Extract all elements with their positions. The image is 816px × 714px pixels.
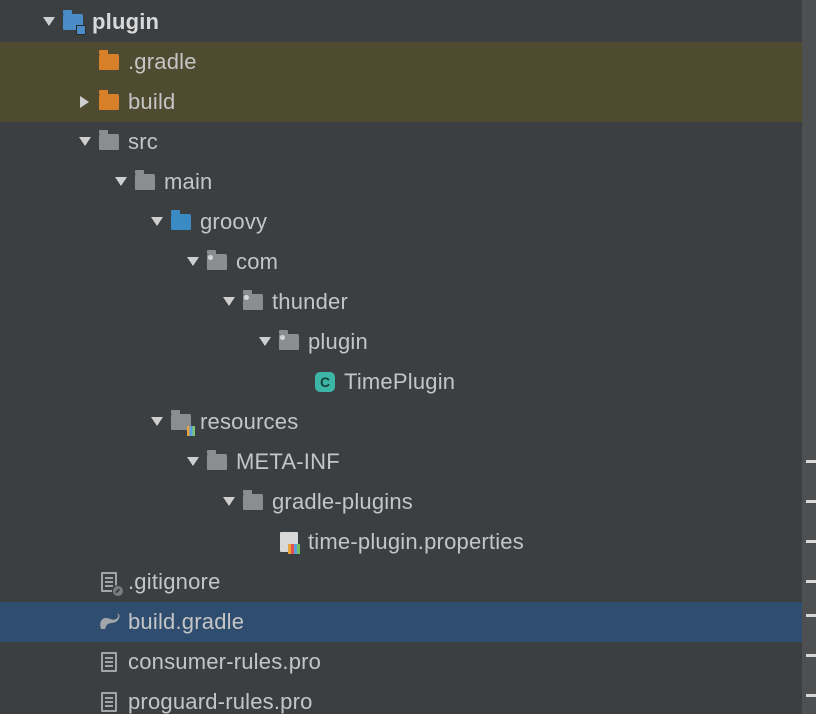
tree-label: thunder [272, 289, 348, 315]
tree-label: com [236, 249, 278, 275]
tree-label: groovy [200, 209, 267, 235]
tree-label: plugin [92, 9, 159, 35]
class-file-icon: C [314, 371, 336, 393]
tree-row-groovy[interactable]: groovy [0, 202, 816, 242]
properties-file-icon [278, 531, 300, 553]
text-file-icon [98, 651, 120, 673]
tree-label: TimePlugin [344, 369, 455, 395]
folder-icon [98, 131, 120, 153]
resources-folder-icon [170, 411, 192, 433]
chevron-right-icon[interactable] [72, 96, 98, 108]
editor-gutter [802, 0, 816, 714]
tree-label: proguard-rules.pro [128, 689, 313, 714]
gutter-mark[interactable] [806, 540, 816, 543]
package-icon [278, 331, 300, 353]
tree-label: META-INF [236, 449, 340, 475]
gutter-mark[interactable] [806, 654, 816, 657]
gutter-mark[interactable] [806, 614, 816, 617]
tree-label: consumer-rules.pro [128, 649, 321, 675]
package-icon [206, 251, 228, 273]
source-folder-icon [170, 211, 192, 233]
tree-row-consumer-rules[interactable]: consumer-rules.pro [0, 642, 816, 682]
tree-row-dot-gradle[interactable]: .gradle [0, 42, 816, 82]
chevron-down-icon[interactable] [36, 17, 62, 27]
tree-row-proguard-rules[interactable]: proguard-rules.pro [0, 682, 816, 714]
tree-row-gitignore[interactable]: .gitignore [0, 562, 816, 602]
chevron-down-icon[interactable] [180, 257, 206, 267]
gradle-file-icon [98, 613, 120, 631]
tree-label: resources [200, 409, 298, 435]
chevron-down-icon[interactable] [72, 137, 98, 147]
text-file-icon [98, 691, 120, 713]
tree-label: build.gradle [128, 609, 244, 635]
tree-row-time-plugin-properties[interactable]: time-plugin.properties [0, 522, 816, 562]
tree-row-gradle-plugins[interactable]: gradle-plugins [0, 482, 816, 522]
tree-row-com[interactable]: com [0, 242, 816, 282]
tree-row-thunder[interactable]: thunder [0, 282, 816, 322]
module-folder-icon [62, 11, 84, 33]
gutter-mark[interactable] [806, 500, 816, 503]
tree-label: time-plugin.properties [308, 529, 524, 555]
chevron-down-icon[interactable] [144, 217, 170, 227]
tree-row-timeplugin[interactable]: C TimePlugin [0, 362, 816, 402]
tree-row-resources[interactable]: resources [0, 402, 816, 442]
gutter-mark[interactable] [806, 694, 816, 697]
chevron-down-icon[interactable] [216, 497, 242, 507]
tree-row-plugin[interactable]: plugin [0, 2, 816, 42]
tree-row-src[interactable]: src [0, 122, 816, 162]
tree-row-main[interactable]: main [0, 162, 816, 202]
chevron-down-icon[interactable] [252, 337, 278, 347]
chevron-down-icon[interactable] [108, 177, 134, 187]
folder-icon [206, 451, 228, 473]
excluded-folder-icon [98, 51, 120, 73]
gitignore-file-icon [98, 571, 120, 593]
chevron-down-icon[interactable] [144, 417, 170, 427]
tree-label: plugin [308, 329, 368, 355]
project-tree: plugin .gradle build src [0, 0, 816, 714]
tree-row-meta-inf[interactable]: META-INF [0, 442, 816, 482]
tree-label: .gradle [128, 49, 197, 75]
folder-icon [242, 491, 264, 513]
tree-row-build-gradle[interactable]: build.gradle [0, 602, 816, 642]
tree-label: build [128, 89, 175, 115]
package-icon [242, 291, 264, 313]
gutter-mark[interactable] [806, 580, 816, 583]
excluded-folder-icon [98, 91, 120, 113]
tree-row-build[interactable]: build [0, 82, 816, 122]
tree-label: src [128, 129, 158, 155]
tree-row-plugin-package[interactable]: plugin [0, 322, 816, 362]
tree-label: main [164, 169, 213, 195]
chevron-down-icon[interactable] [180, 457, 206, 467]
tree-label: .gitignore [128, 569, 221, 595]
gutter-mark[interactable] [806, 460, 816, 463]
chevron-down-icon[interactable] [216, 297, 242, 307]
tree-label: gradle-plugins [272, 489, 413, 515]
folder-icon [134, 171, 156, 193]
